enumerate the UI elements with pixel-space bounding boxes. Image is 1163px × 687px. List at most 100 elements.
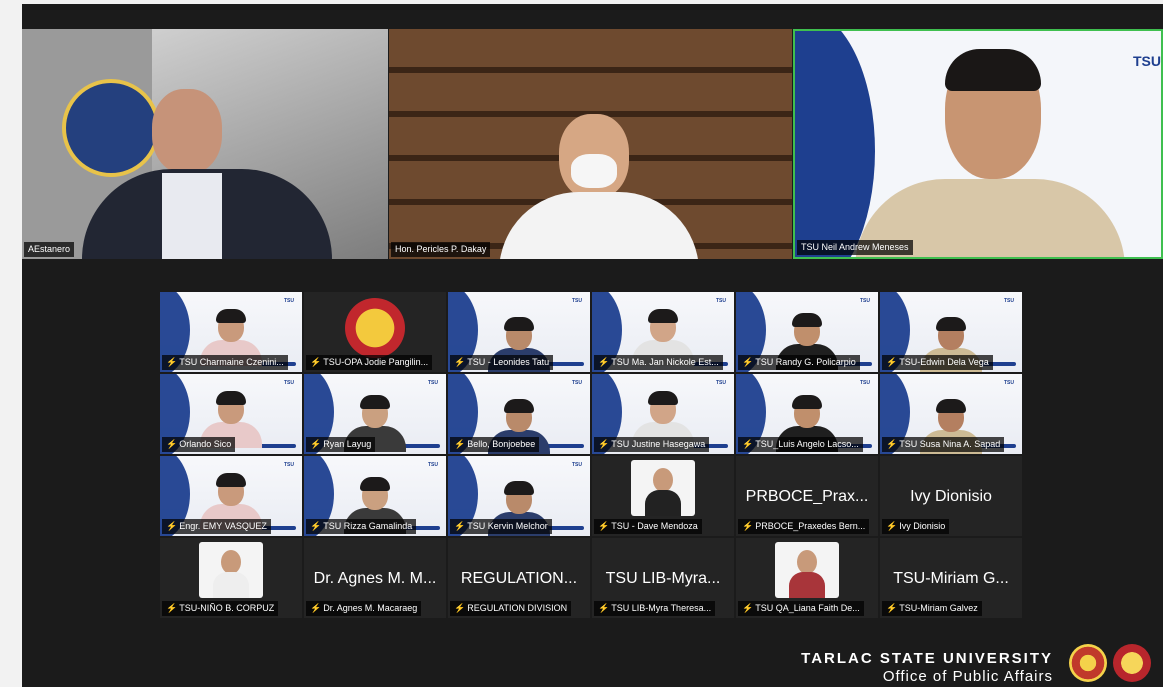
participant-name-text: TSU LIB-Myra Theresa... bbox=[611, 603, 712, 613]
participant-name-text: TSU Randy G. Policarpio bbox=[755, 357, 856, 367]
participant-name-label: ⚡ TSU QA_Liana Faith De... bbox=[738, 601, 864, 616]
participant-name-label: ⚡ TSU Kervin Melchor bbox=[450, 519, 552, 534]
participant-display-name: TSU LIB-Myra... bbox=[605, 570, 721, 587]
gallery-tile[interactable]: ⚡ TSU - Dave Mendoza bbox=[592, 456, 734, 536]
participant-name-label: ⚡ TSU Randy G. Policarpio bbox=[738, 355, 860, 370]
participant-name-text: TSU Susa Nina A. Sapad bbox=[899, 439, 1001, 449]
participant-name-label: ⚡ TSU Ma. Jan Nickole Est... bbox=[594, 355, 723, 370]
muted-mic-icon: ⚡ bbox=[886, 439, 898, 449]
muted-mic-icon: ⚡ bbox=[166, 439, 178, 449]
muted-mic-icon: ⚡ bbox=[166, 521, 178, 531]
participant-name-text: Ryan Layug bbox=[323, 439, 372, 449]
participant-display-name: REGULATION... bbox=[460, 570, 578, 587]
muted-mic-icon: ⚡ bbox=[598, 357, 610, 367]
muted-mic-icon: ⚡ bbox=[598, 603, 610, 613]
muted-mic-icon: ⚡ bbox=[310, 439, 322, 449]
gallery-tile[interactable]: ⚡ TSU QA_Liana Faith De... bbox=[736, 538, 878, 618]
participant-display-name: Ivy Dionisio bbox=[910, 488, 992, 505]
gallery-tile[interactable]: TSU ⚡ TSU Charmaine Czenini... bbox=[160, 292, 302, 372]
tsu-brand-text: TSU bbox=[572, 380, 582, 386]
gallery-tile[interactable]: TSU ⚡ Orlando Sico bbox=[160, 374, 302, 454]
participant-name-text: Bello, Bonjoebee bbox=[467, 439, 536, 449]
tsu-brand-text: TSU bbox=[716, 298, 726, 304]
participant-name-text: TSU Charmaine Czenini... bbox=[179, 357, 284, 367]
tsu-brand-text: TSU bbox=[428, 380, 438, 386]
gallery-tile[interactable]: TSU ⚡ Ryan Layug bbox=[304, 374, 446, 454]
muted-mic-icon: ⚡ bbox=[742, 603, 754, 613]
participant-name-text: TSU - Leonides Tatu bbox=[467, 357, 550, 367]
gallery-tile[interactable]: TSU ⚡ TSU_Luis Angelo Lacso... bbox=[736, 374, 878, 454]
gallery-tile[interactable]: ⚡ TSU-OPA Jodie Pangilin... bbox=[304, 292, 446, 372]
video-tile-aestanero[interactable]: AEstanero bbox=[22, 29, 388, 259]
gallery-tile[interactable]: Dr. Agnes M. M... ⚡ Dr. Agnes M. Macaraeg bbox=[304, 538, 446, 618]
participant-figure bbox=[855, 49, 1125, 257]
muted-mic-icon: ⚡ bbox=[454, 521, 466, 531]
muted-mic-icon: ⚡ bbox=[310, 603, 322, 613]
gallery-tile[interactable]: TSU ⚡ Engr. EMY VASQUEZ bbox=[160, 456, 302, 536]
watermark-title: TARLAC STATE UNIVERSITY bbox=[801, 650, 1053, 667]
participant-name-label: ⚡ TSU - Leonides Tatu bbox=[450, 355, 554, 370]
tsu-brand-text: TSU bbox=[572, 462, 582, 468]
participant-name-text: TSU Kervin Melchor bbox=[467, 521, 548, 531]
video-tile-dakay[interactable]: Hon. Pericles P. Dakay bbox=[389, 29, 792, 259]
participant-name-label: ⚡ TSU - Dave Mendoza bbox=[594, 519, 702, 534]
gallery-tile[interactable]: PRBOCE_Prax... ⚡ PRBOCE_Praxedes Bern... bbox=[736, 456, 878, 536]
participant-name-label: TSU Neil Andrew Meneses bbox=[797, 240, 913, 255]
participant-name-label: ⚡ Dr. Agnes M. Macaraeg bbox=[306, 601, 422, 616]
participant-name-text: PRBOCE_Praxedes Bern... bbox=[755, 521, 866, 531]
gallery-tile[interactable]: TSU ⚡ TSU-Edwin Dela Vega bbox=[880, 292, 1022, 372]
participant-name-label: Hon. Pericles P. Dakay bbox=[391, 242, 491, 257]
tsu-brand-text: TSU bbox=[428, 462, 438, 468]
tsu-seal-logo bbox=[1069, 644, 1107, 682]
muted-mic-icon: ⚡ bbox=[310, 357, 322, 367]
gallery-tile[interactable]: Ivy Dionisio ⚡ Ivy Dionisio bbox=[880, 456, 1022, 536]
participant-name-label: ⚡ TSU Justine Hasegawa bbox=[594, 437, 710, 452]
muted-mic-icon: ⚡ bbox=[166, 357, 178, 367]
participant-name-text: TSU-Edwin Dela Vega bbox=[899, 357, 989, 367]
tsu-brand-text: TSU bbox=[1004, 380, 1014, 386]
participant-name-text: Orlando Sico bbox=[179, 439, 232, 449]
gallery-tile[interactable]: REGULATION... ⚡ REGULATION DIVISION bbox=[448, 538, 590, 618]
opa-seal-logo bbox=[1113, 644, 1151, 682]
participant-name-label: ⚡ TSU Susa Nina A. Sapad bbox=[882, 437, 1005, 452]
gallery-tile[interactable]: TSU-Miriam G... ⚡ TSU-Miriam Galvez bbox=[880, 538, 1022, 618]
tsu-brand-text: TSU bbox=[1133, 53, 1161, 69]
gallery-tile[interactable]: TSU ⚡ Bello, Bonjoebee bbox=[448, 374, 590, 454]
gallery-tile[interactable]: ⚡ TSU-NIÑO B. CORPUZ bbox=[160, 538, 302, 618]
participant-name-label: ⚡ Engr. EMY VASQUEZ bbox=[162, 519, 271, 534]
profile-photo-avatar bbox=[775, 542, 839, 598]
gallery-tile[interactable]: TSU ⚡ TSU Ma. Jan Nickole Est... bbox=[592, 292, 734, 372]
muted-mic-icon: ⚡ bbox=[742, 521, 754, 531]
participant-name-text: TSU QA_Liana Faith De... bbox=[755, 603, 860, 613]
participant-display-name: Dr. Agnes M. M... bbox=[313, 570, 437, 587]
gallery-tile[interactable]: TSU ⚡ TSU Justine Hasegawa bbox=[592, 374, 734, 454]
video-tile-meneses[interactable]: TSU TSU Neil Andrew Meneses bbox=[793, 29, 1163, 259]
participant-name-text: TSU-Miriam Galvez bbox=[899, 603, 978, 613]
muted-mic-icon: ⚡ bbox=[886, 357, 898, 367]
tsu-brand-text: TSU bbox=[284, 298, 294, 304]
participant-name-label: ⚡ REGULATION DIVISION bbox=[450, 601, 572, 616]
muted-mic-icon: ⚡ bbox=[598, 439, 610, 449]
participant-name-text: TSU - Dave Mendoza bbox=[611, 521, 698, 531]
gallery-tile[interactable]: TSU LIB-Myra... ⚡ TSU LIB-Myra Theresa... bbox=[592, 538, 734, 618]
participant-name-label: ⚡ Bello, Bonjoebee bbox=[450, 437, 540, 452]
gallery-tile[interactable]: TSU ⚡ TSU Rizza Gamalinda bbox=[304, 456, 446, 536]
participant-name-text: TSU Rizza Gamalinda bbox=[323, 521, 413, 531]
muted-mic-icon: ⚡ bbox=[886, 521, 898, 531]
muted-mic-icon: ⚡ bbox=[454, 439, 466, 449]
participant-name-text: REGULATION DIVISION bbox=[467, 603, 568, 613]
tsu-brand-text: TSU bbox=[716, 380, 726, 386]
participant-name-label: ⚡ Ivy Dionisio bbox=[882, 519, 950, 534]
tsu-brand-text: TSU bbox=[284, 380, 294, 386]
gallery-tile[interactable]: TSU ⚡ TSU - Leonides Tatu bbox=[448, 292, 590, 372]
participant-name-text: Engr. EMY VASQUEZ bbox=[179, 521, 267, 531]
gallery-tile[interactable]: TSU ⚡ TSU Kervin Melchor bbox=[448, 456, 590, 536]
participant-name-label: ⚡ Orlando Sico bbox=[162, 437, 236, 452]
tsu-brand-text: TSU bbox=[572, 298, 582, 304]
muted-mic-icon: ⚡ bbox=[166, 603, 178, 613]
participant-name-text: TSU-NIÑO B. CORPUZ bbox=[179, 603, 275, 613]
participant-name-label: ⚡ TSU Rizza Gamalinda bbox=[306, 519, 417, 534]
gallery-tile[interactable]: TSU ⚡ TSU Susa Nina A. Sapad bbox=[880, 374, 1022, 454]
gallery-tile[interactable]: TSU ⚡ TSU Randy G. Policarpio bbox=[736, 292, 878, 372]
opa-logo-avatar bbox=[345, 298, 405, 358]
